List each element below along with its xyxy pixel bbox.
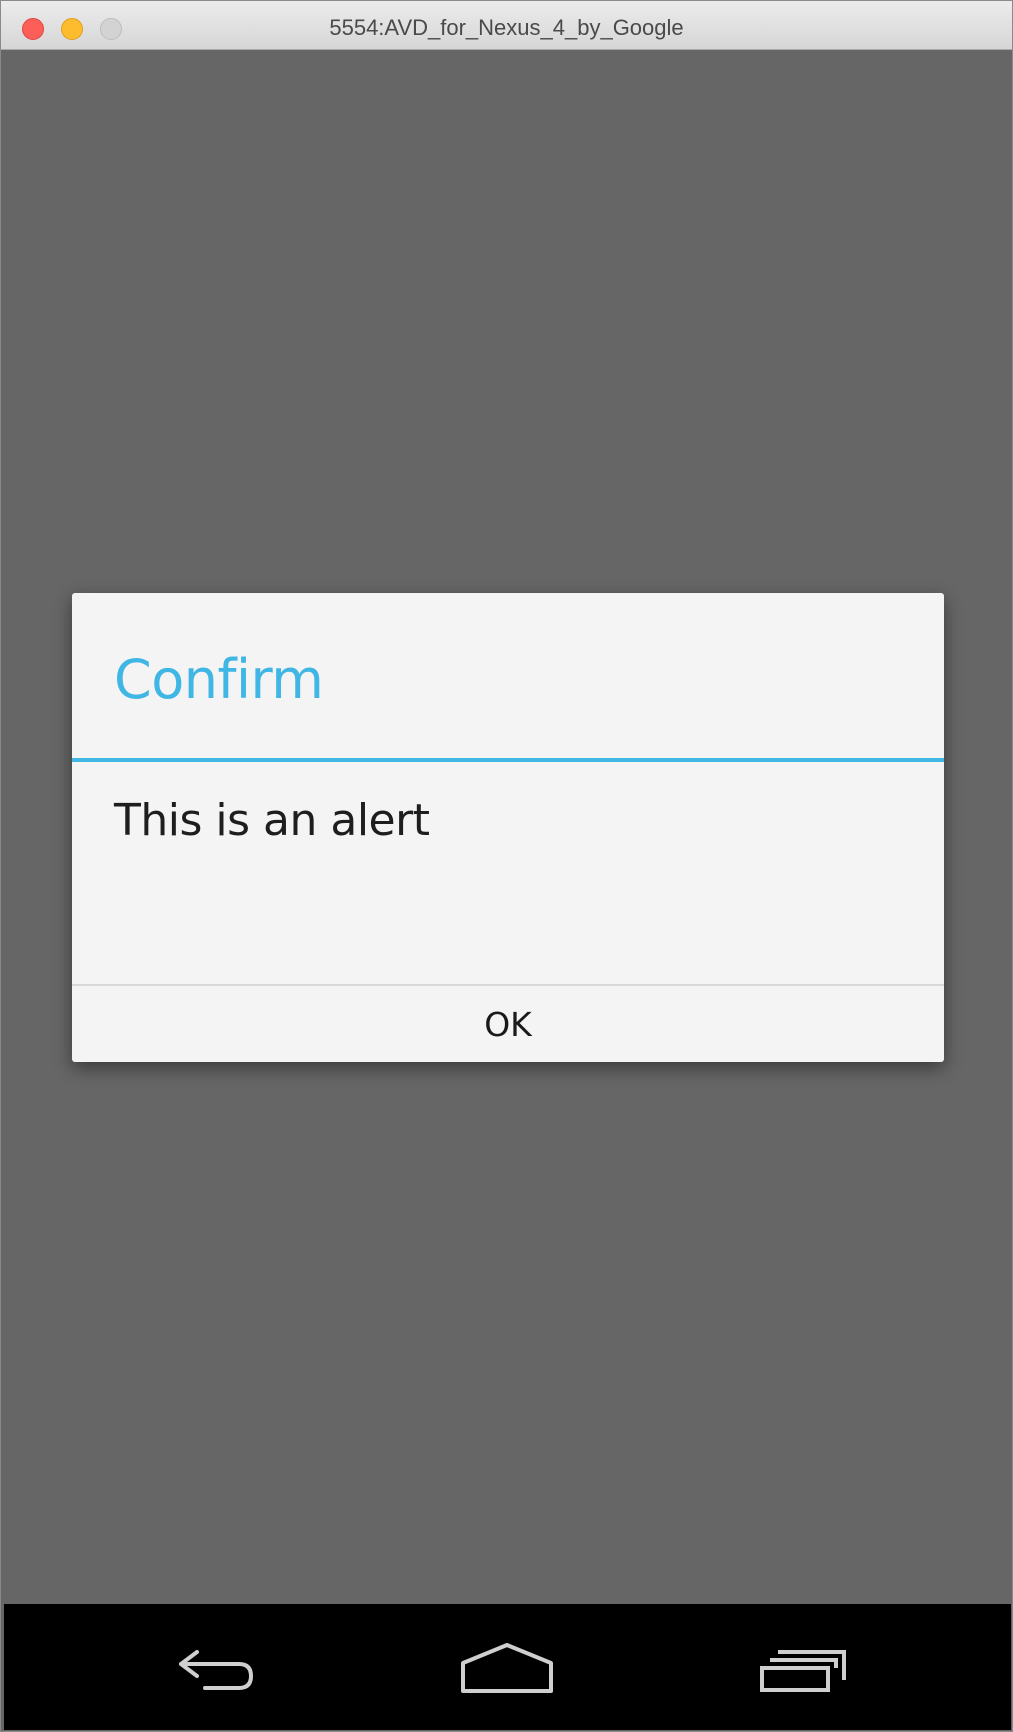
alert-dialog: Confirm This is an alert OK — [72, 593, 944, 1062]
recent-apps-button[interactable] — [744, 1639, 864, 1699]
navigation-bar — [4, 1604, 1011, 1730]
window-title: 5554:AVD_for_Nexus_4_by_Google — [329, 15, 684, 40]
emulator-window: 5554:AVD_for_Nexus_4_by_Google Confirm T… — [0, 0, 1013, 1732]
window-titlebar[interactable]: 5554:AVD_for_Nexus_4_by_Google — [1, 1, 1012, 50]
back-button[interactable] — [154, 1639, 274, 1699]
back-icon — [179, 1650, 253, 1690]
dialog-message: This is an alert — [114, 795, 430, 846]
dialog-title: Confirm — [114, 648, 324, 711]
home-icon — [461, 1643, 553, 1693]
recent-apps-icon — [760, 1650, 846, 1692]
ok-button[interactable]: OK — [72, 986, 944, 1062]
device-screen[interactable]: Confirm This is an alert OK — [5, 50, 1012, 1605]
home-button[interactable] — [447, 1639, 567, 1699]
title-divider — [72, 758, 944, 762]
